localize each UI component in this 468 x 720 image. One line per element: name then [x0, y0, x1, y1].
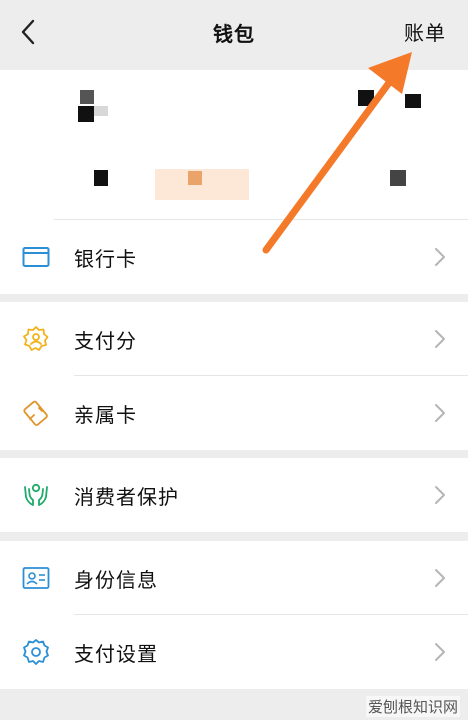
menu-item-label: 银行卡	[74, 246, 137, 271]
masked-block	[405, 94, 421, 108]
menu-item-pay-settings[interactable]: 支付设置	[0, 615, 468, 689]
bank-card-icon	[22, 247, 50, 267]
chevron-right-icon	[435, 330, 445, 348]
chevron-right-icon	[435, 486, 445, 504]
menu-group-protection: 消费者保护	[0, 458, 468, 532]
menu-group-cards: 银行卡	[0, 220, 468, 294]
chevron-right-icon	[435, 643, 445, 661]
masked-block	[155, 169, 249, 200]
menu-item-label: 支付分	[74, 328, 137, 353]
id-card-icon	[22, 567, 50, 589]
masked-block	[358, 90, 374, 106]
top-bar: 钱包 账单	[0, 0, 468, 66]
consumer-protection-icon	[24, 483, 48, 506]
page-title: 钱包	[213, 22, 255, 46]
masked-block	[390, 170, 406, 186]
menu-item-pay-score[interactable]: 支付分	[0, 302, 468, 376]
masked-block	[94, 170, 108, 186]
masked-block	[94, 106, 108, 116]
menu-item-label: 支付设置	[74, 641, 158, 666]
menu-item-family-card[interactable]: 亲属卡	[0, 376, 468, 450]
wallet-balance-card[interactable]	[0, 70, 468, 220]
watermark-text: 爱刨根知识网	[365, 696, 460, 717]
chevron-right-icon	[435, 404, 445, 422]
chevron-right-icon	[435, 248, 445, 266]
chevron-right-icon	[435, 569, 445, 587]
pay-score-icon	[23, 326, 49, 351]
settings-gear-icon	[23, 639, 49, 665]
menu-item-identity-info[interactable]: 身份信息	[0, 541, 468, 615]
masked-block	[188, 171, 202, 185]
family-card-icon	[23, 400, 48, 426]
menu-item-bank-card[interactable]: 银行卡	[0, 220, 468, 294]
masked-block	[78, 106, 94, 122]
menu-item-consumer-protection[interactable]: 消费者保护	[0, 458, 468, 532]
menu-group-settings: 身份信息 支付设置	[0, 541, 468, 689]
menu-item-label: 亲属卡	[74, 402, 137, 427]
menu-group-services: 支付分 亲属卡	[0, 302, 468, 450]
menu-item-label: 身份信息	[74, 567, 158, 592]
menu-item-label: 消费者保护	[74, 484, 179, 509]
bill-button[interactable]: 账单	[404, 17, 446, 46]
masked-block	[80, 90, 94, 104]
